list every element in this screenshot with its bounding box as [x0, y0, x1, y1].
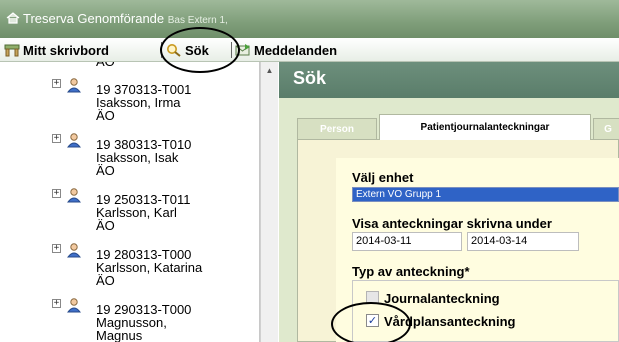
vardplansanteckning-checkbox[interactable]: ✓ [366, 314, 379, 327]
menu-meddelanden[interactable]: Meddelanden [235, 41, 337, 59]
tab-patientjournalanteckningar-label: Patientjournalanteckningar [420, 122, 550, 133]
messages-icon [235, 44, 250, 56]
unit-select-value: Extern VO Grupp 1 [356, 189, 442, 200]
tree-scrollbar[interactable]: ▲ [260, 62, 278, 342]
type-label: Typ av anteckning* [352, 264, 470, 279]
tab-patientjournalanteckningar[interactable]: Patientjournalanteckningar [379, 114, 591, 140]
expand-icon[interactable]: + [52, 244, 61, 253]
person-icon [66, 78, 82, 93]
page-header: Sök [279, 62, 619, 98]
menu-separator [161, 42, 162, 58]
tree-item-unit: ÄO [96, 108, 115, 123]
tab-g[interactable]: G [593, 118, 619, 140]
date-to-input[interactable]: 2014-03-14 [467, 232, 579, 251]
menu-separator [231, 42, 232, 58]
journalanteckning-checkbox[interactable] [366, 291, 379, 304]
unit-label: Välj enhet [352, 170, 414, 185]
window-subtitle: Bas Extern 1, [167, 15, 228, 26]
menu-mitt-skrivbord-label: Mitt skrivbord [23, 42, 109, 58]
vardplansanteckning-label: Vårdplansanteckning [384, 314, 516, 329]
expand-icon[interactable]: + [52, 134, 61, 143]
date-from-value: 2014-03-11 [356, 235, 412, 247]
app-window: Treserva Genomförande Bas Extern 1, Mitt… [0, 0, 619, 342]
date-from-input[interactable]: 2014-03-11 [352, 232, 462, 251]
unit-select[interactable]: Extern VO Grupp 1 [352, 187, 619, 202]
tree-item-unit: Magnus [96, 328, 143, 342]
title-bar: Treserva Genomförande Bas Extern 1, [0, 0, 619, 38]
home-icon [6, 12, 20, 24]
menu-bar: Mitt skrivbord Sök Meddelanden [0, 38, 619, 62]
page-title: Sök [293, 68, 327, 88]
patient-tree: ÄO + 19 370313-T001 Isaksson, Irma ÄO + … [0, 62, 260, 342]
scroll-up-icon[interactable]: ▲ [263, 64, 276, 77]
expand-icon[interactable]: + [52, 189, 61, 198]
window-title-text: Treserva Genomförande [23, 11, 165, 26]
person-icon [66, 298, 82, 313]
expand-icon[interactable]: + [52, 79, 61, 88]
window-title: Treserva Genomförande Bas Extern 1, [23, 11, 228, 26]
expand-icon[interactable]: + [52, 299, 61, 308]
search-icon [167, 44, 181, 57]
note-type-group [352, 280, 619, 342]
tree-item-unit: ÄO [96, 218, 115, 233]
desk-icon [4, 44, 20, 57]
person-icon [66, 133, 82, 148]
menu-mitt-skrivbord[interactable]: Mitt skrivbord [4, 41, 109, 59]
period-label: Visa anteckningar skrivna under [352, 216, 552, 231]
tree-item-unit: ÄO [96, 273, 115, 288]
tree-item-unit: ÄO [96, 163, 115, 178]
journalanteckning-label: Journalanteckning [384, 291, 500, 306]
tab-g-label: G [604, 124, 612, 135]
tree-fragment: ÄO [96, 62, 115, 69]
date-to-value: 2014-03-14 [471, 235, 528, 247]
tab-person[interactable]: Person [297, 118, 377, 140]
tab-strip: Person Patientjournalanteckningar G [297, 114, 619, 140]
menu-meddelanden-label: Meddelanden [254, 42, 338, 58]
person-icon [66, 243, 82, 258]
person-icon [66, 188, 82, 203]
menu-sok[interactable]: Sök [166, 41, 209, 59]
tab-person-label: Person [320, 124, 354, 135]
menu-sok-label: Sök [185, 42, 209, 58]
